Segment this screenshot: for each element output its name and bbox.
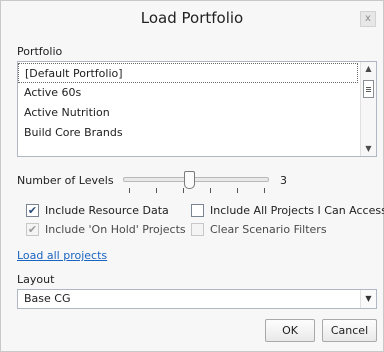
levels-label: Number of Levels — [17, 174, 114, 187]
include-on-hold-label: Include 'On Hold' Projects — [45, 223, 186, 236]
include-all-projects-label: Include All Projects I Can Access — [210, 204, 384, 217]
list-item[interactable]: Build Core Brands — [18, 123, 358, 143]
close-icon[interactable]: x — [360, 11, 376, 27]
layout-label: Layout — [17, 273, 55, 286]
include-resource-data-label: Include Resource Data — [45, 204, 169, 217]
levels-slider-thumb[interactable] — [184, 171, 195, 189]
clear-scenario-filters-label: Clear Scenario Filters — [210, 223, 327, 236]
slider-tick — [210, 188, 211, 193]
levels-value: 3 — [280, 174, 287, 187]
portfolio-label: Portfolio — [17, 45, 63, 58]
title-bar: Load Portfolio x — [1, 1, 383, 39]
list-item[interactable]: Active 60s — [18, 83, 358, 103]
slider-tick — [129, 188, 130, 193]
layout-select-value: Base CG — [24, 292, 71, 305]
scroll-thumb[interactable] — [363, 80, 374, 98]
ok-button[interactable]: OK — [265, 319, 315, 342]
chevron-up-icon[interactable]: ▲ — [361, 62, 376, 76]
chevron-down-icon[interactable]: ▼ — [361, 142, 376, 156]
clear-scenario-filters-checkbox[interactable] — [191, 223, 204, 236]
thumb-grip-line — [366, 89, 371, 90]
slider-tick — [264, 188, 265, 193]
load-all-projects-link[interactable]: Load all projects — [17, 249, 107, 262]
dialog-title: Load Portfolio — [140, 9, 244, 27]
chevron-down-icon[interactable]: ▼ — [360, 290, 376, 308]
list-item[interactable]: [Default Portfolio] — [18, 63, 358, 83]
include-all-projects-checkbox[interactable] — [191, 204, 204, 217]
slider-tick — [156, 188, 157, 193]
portfolio-listbox[interactable]: [Default Portfolio] Active 60s Active Nu… — [17, 61, 377, 157]
thumb-grip-line — [366, 87, 371, 88]
load-portfolio-dialog: Load Portfolio x Portfolio [Default Port… — [0, 0, 384, 352]
slider-tick — [237, 188, 238, 193]
portfolio-scrollbar[interactable]: ▲ ▼ — [360, 62, 376, 156]
include-on-hold-checkbox[interactable]: ✔ — [26, 223, 39, 236]
cancel-button[interactable]: Cancel — [322, 319, 377, 342]
include-resource-data-checkbox[interactable]: ✔ — [26, 204, 39, 217]
slider-tick — [183, 188, 184, 193]
list-item[interactable]: Active Nutrition — [18, 103, 358, 123]
thumb-grip-line — [366, 91, 371, 92]
levels-slider-track[interactable] — [123, 177, 269, 182]
layout-select[interactable]: Base CG ▼ — [17, 289, 377, 309]
